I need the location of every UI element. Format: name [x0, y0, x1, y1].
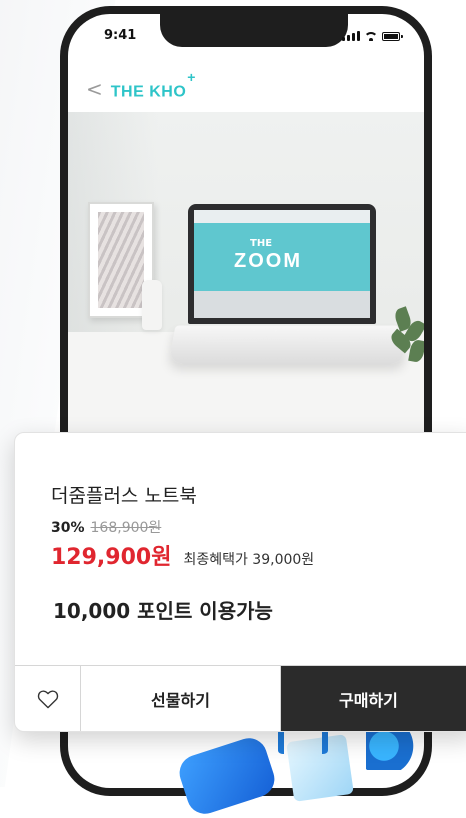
- laptop-screen-text-top: THE: [250, 238, 273, 249]
- laptop-keyboard: [168, 325, 406, 364]
- laptop-screen-text-main: ZOOM: [234, 250, 302, 272]
- discount-row: 30% 168,900원: [51, 517, 161, 537]
- wishlist-button[interactable]: [15, 666, 81, 731]
- product-photo: THE ZOOM: [68, 112, 424, 452]
- gift-bow: [366, 730, 426, 770]
- points-notice: 10,000 포인트 이용가능: [53, 599, 273, 623]
- laptop-screen: THE ZOOM: [188, 204, 376, 324]
- buy-button[interactable]: 구매하기: [281, 666, 466, 731]
- app-bar: < THE KHO+: [68, 66, 424, 112]
- brand-plus: +: [187, 68, 196, 85]
- notch: [160, 14, 348, 47]
- original-price: 168,900원: [90, 520, 162, 536]
- price-row: 129,900원 최종혜택가 39,000원: [51, 539, 314, 571]
- status-time: 9:41: [104, 28, 137, 43]
- heart-icon: [37, 690, 58, 709]
- best-benefit-price: 최종혜택가 39,000원: [183, 552, 315, 568]
- sale-price: 129,900원: [51, 545, 172, 570]
- discount-percent: 30%: [51, 520, 85, 536]
- wifi-icon: [365, 31, 377, 41]
- back-button[interactable]: <: [86, 79, 103, 99]
- product-card: 더줌플러스 노트북 30% 168,900원 129,900원 최종혜택가 39…: [14, 432, 466, 732]
- gift-blob: [174, 733, 280, 818]
- action-bar: 선물하기 구매하기: [15, 665, 466, 731]
- signal-icon: [342, 31, 360, 41]
- status-icons: [342, 31, 403, 41]
- battery-icon: [382, 31, 403, 41]
- vase: [142, 280, 162, 330]
- plant: [388, 302, 424, 372]
- brand-logo[interactable]: THE KHO+: [110, 69, 196, 101]
- brand-name: THE KHO: [110, 83, 187, 101]
- product-name: 더줌플러스 노트북: [51, 485, 197, 507]
- gift-button[interactable]: 선물하기: [81, 666, 281, 731]
